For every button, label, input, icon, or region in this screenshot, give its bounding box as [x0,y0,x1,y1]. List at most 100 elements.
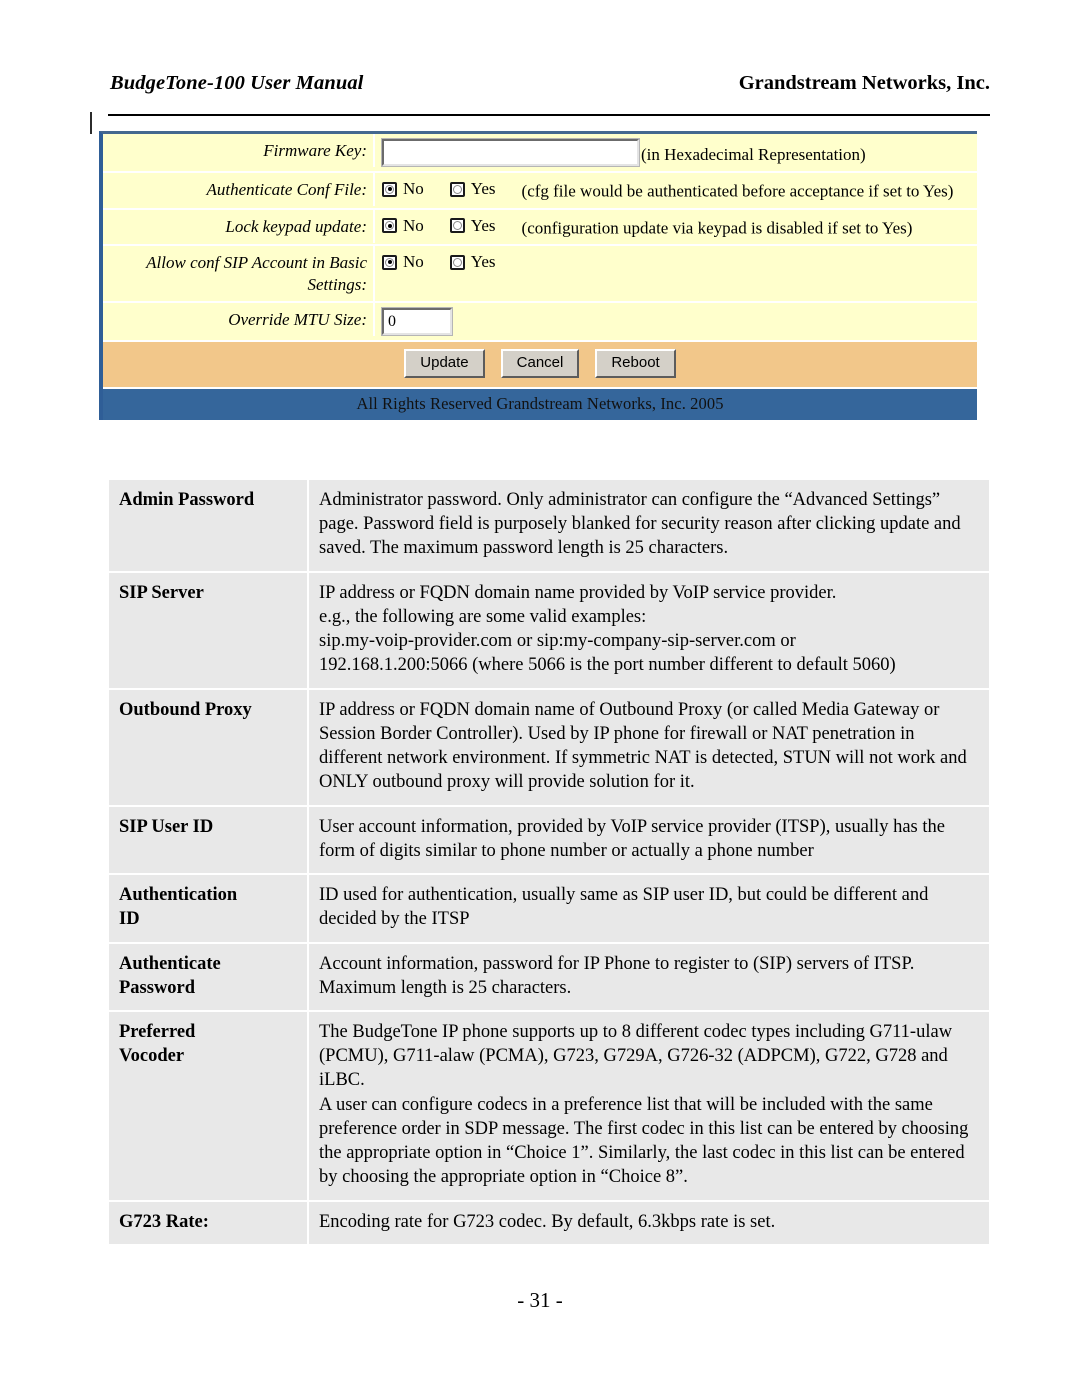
radio-label-no: No [403,252,424,272]
lock-keypad-update-option-yes[interactable]: Yes [449,215,496,237]
radio-icon[interactable] [449,181,465,197]
lock-keypad-update-radio-group: No Yes [382,215,522,237]
term-admin-password: Admin Password [109,480,307,571]
allow-conf-sip-account-label-line2: in Basic Settings: [307,253,368,294]
description-paragraph-1: The BudgeTone IP phone supports up to 8 … [319,1021,953,1091]
description-sip-user-id: User account information, provided by Vo… [309,806,989,874]
radio-label-no: No [403,179,424,198]
config-form: Firmware Key: (in Hexadecimal Representa… [103,134,977,342]
radio-icon[interactable] [382,218,397,234]
term-outbound-proxy: Outbound Proxy [109,689,307,805]
description-line-3: sip.my-voip-provider.com or sip:my-compa… [319,631,796,652]
term-preferred-vocoder: Preferred Vocoder [109,1011,307,1200]
table-row: G723 Rate: Encoding rate for G723 codec.… [109,1201,989,1244]
description-text: Administrator password. Only administrat… [319,490,961,559]
allow-conf-sip-account-label: Allow conf SIP Account in Basic Settings… [103,246,375,301]
firmware-key-input[interactable] [381,138,640,167]
term-label: Authentication [119,885,238,906]
authenticate-conf-file-option-yes[interactable]: Yes [449,178,496,200]
parameter-definition-table: Admin Password Administrator password. O… [107,478,991,1246]
allow-conf-sip-account-option-no[interactable]: No [382,251,424,273]
lock-keypad-update-note: (configuration update via keypad is disa… [521,218,913,238]
description-text: Encoding rate for G723 codec. By default… [319,1211,776,1232]
description-text: User account information, provided by Vo… [319,816,945,861]
description-line-2: e.g., the following are some valid examp… [319,606,647,627]
description-line-4: 192.168.1.200:5066 (where 5066 is the po… [319,655,896,676]
override-mtu-size-input[interactable]: 0 [381,306,453,336]
reboot-button[interactable]: Reboot [595,348,676,379]
config-row-lock-keypad-update: Lock keypad update: No Yes (configuratio… [103,209,977,247]
lock-keypad-update-label: Lock keypad update: [103,209,375,243]
term-label: Preferred [119,1021,196,1042]
config-row-firmware-key: Firmware Key: (in Hexadecimal Representa… [103,134,977,173]
config-button-bar: Update Cancel Reboot [103,341,977,390]
authenticate-conf-file-option-no[interactable]: No [382,178,424,200]
config-row-authenticate-conf-file: Authenticate Conf File: No Yes (cfg file… [103,173,977,210]
term-label: SIP User ID [119,816,214,837]
radio-label-yes: Yes [470,252,496,272]
radio-label-yes: Yes [470,215,496,235]
table-row: SIP User ID User account information, pr… [109,806,989,874]
term-label: SIP Server [119,582,204,603]
authenticate-conf-file-label: Authenticate Conf File: [103,173,375,207]
radio-icon[interactable] [449,254,465,270]
allow-conf-sip-account-label-line1: Allow conf SIP Account [146,253,308,273]
term-label-line2: Password [119,977,196,998]
term-g723-rate: G723 Rate: [109,1201,307,1244]
config-row-override-mtu-size: Override MTU Size: 0 [103,302,977,342]
page-header: BudgeTone-100 User Manual Grandstream Ne… [110,72,990,95]
radio-icon[interactable] [449,218,465,234]
firmware-key-value-cell: (in Hexadecimal Representation) [375,134,977,171]
lock-keypad-update-option-no[interactable]: No [382,215,424,237]
table-row: Authentication ID ID used for authentica… [109,875,989,942]
firmware-key-label: Firmware Key: [103,134,375,168]
radio-label-no: No [403,215,424,235]
term-label: G723 Rate: [119,1211,209,1232]
table-row: Outbound Proxy IP address or FQDN domain… [109,689,989,805]
term-sip-user-id: SIP User ID [109,806,307,874]
update-button[interactable]: Update [404,348,485,379]
radio-label-yes: Yes [470,179,496,198]
description-paragraph-2: A user can configure codecs in a prefere… [319,1094,969,1188]
description-sip-server: IP address or FQDN domain name provided … [309,572,989,688]
allow-conf-sip-account-option-yes[interactable]: Yes [449,251,496,273]
description-outbound-proxy: IP address or FQDN domain name of Outbou… [309,689,989,805]
description-text: Account information, password for IP Pho… [319,953,915,998]
description-authenticate-password: Account information, password for IP Pho… [309,943,989,1010]
term-authenticate-password: Authenticate Password [109,943,307,1010]
radio-icon[interactable] [382,254,397,270]
config-copyright-footer: All Rights Reserved Grandstream Networks… [103,389,977,421]
allow-conf-sip-account-value-cell: No Yes [375,246,977,281]
override-mtu-size-value-cell: 0 [375,303,977,340]
authenticate-conf-file-radio-group: No Yes [382,178,522,200]
device-config-panel: Firmware Key: (in Hexadecimal Representa… [99,131,977,421]
term-label-line2: ID [119,909,140,930]
radio-icon[interactable] [382,181,397,197]
override-mtu-size-label: Override MTU Size: [103,302,375,337]
firmware-key-note: (in Hexadecimal Representation) [641,144,866,164]
lock-keypad-update-value-cell: No Yes (configuration update via keypad … [375,210,977,245]
description-admin-password: Administrator password. Only administrat… [309,480,989,571]
authenticate-conf-file-note: (cfg file would be authenticated before … [521,181,954,201]
config-row-allow-conf-sip-account: Allow conf SIP Account in Basic Settings… [103,246,977,303]
table-row: Admin Password Administrator password. O… [109,480,989,571]
term-sip-server: SIP Server [109,572,307,688]
description-text: IP address or FQDN domain name of Outbou… [319,699,967,793]
table-row: Preferred Vocoder The BudgeTone IP phone… [109,1011,989,1200]
table-row: Authenticate Password Account informatio… [109,943,989,1010]
term-label: Authenticate [119,953,221,974]
description-authentication-id: ID used for authentication, usually same… [309,875,989,942]
term-label-line2: Vocoder [119,1046,185,1067]
company-name: Grandstream Networks, Inc. [738,72,990,94]
authenticate-conf-file-value-cell: No Yes (cfg file would be authenticated … [375,173,977,208]
page-number: - 31 - [517,1288,563,1312]
cancel-button[interactable]: Cancel [500,348,580,379]
term-label: Outbound Proxy [119,699,252,720]
description-preferred-vocoder: The BudgeTone IP phone supports up to 8 … [309,1011,989,1200]
description-g723-rate: Encoding rate for G723 codec. By default… [309,1201,989,1244]
term-label: Admin Password [119,490,255,510]
term-authentication-id: Authentication ID [109,875,307,942]
description-line-1: IP address or FQDN domain name provided … [319,582,837,603]
left-margin-tick [90,112,92,134]
table-row: SIP Server IP address or FQDN domain nam… [109,572,989,688]
